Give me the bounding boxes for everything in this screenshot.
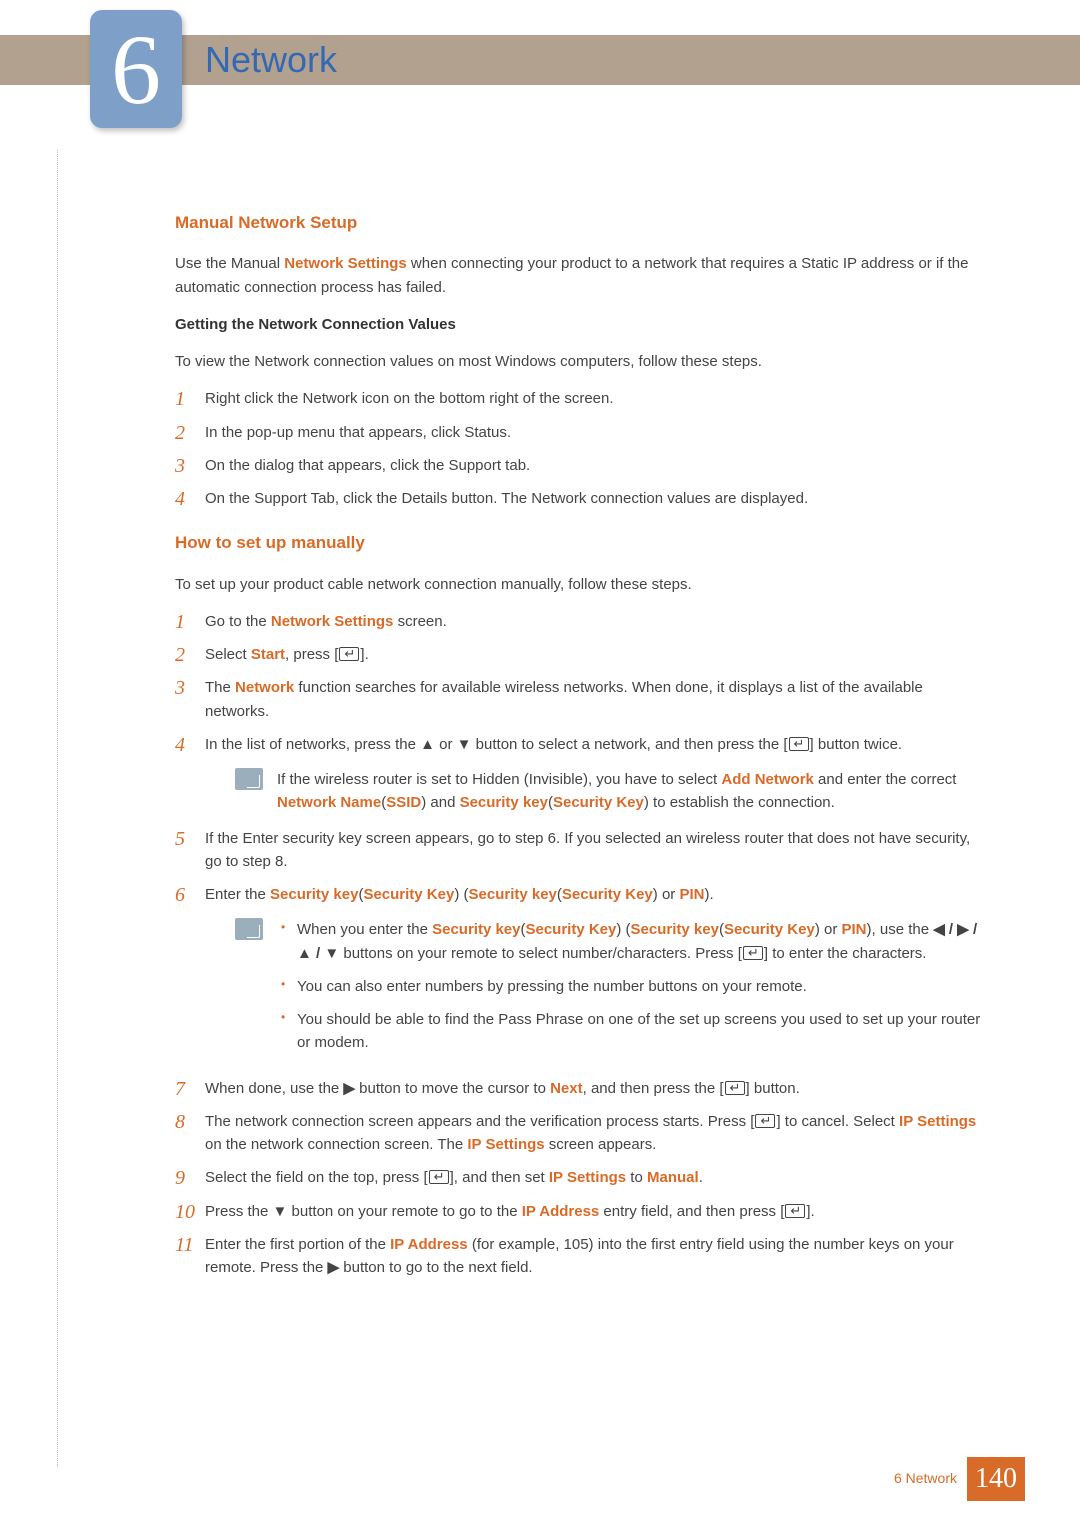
hl-network-name: Network Name [277,794,381,811]
hl-start: Start [251,646,285,663]
enter-icon [755,1114,775,1128]
page-content: Manual Network Setup Use the Manual Netw… [175,190,990,1291]
hl-security-key: Security Key [363,886,454,903]
down-arrow-icon: ▼ [273,1203,288,1220]
hl-ip-settings: IP Settings [899,1113,976,1130]
section-heading: How to set up manually [175,530,990,556]
sub-heading: Getting the Network Connection Values [175,313,990,336]
hl-security-key: Security key [469,886,557,903]
sub-intro: To view the Network connection values on… [175,350,990,373]
steps-list-2: 1 Go to the Network Settings screen. 2 S… [175,610,990,1280]
list-item: When you enter the Security key(Security… [277,918,990,965]
hl-next: Next [550,1080,583,1097]
step-item: 5 If the Enter security key screen appea… [175,827,990,874]
hl-security-key: Security Key [553,794,644,811]
hl-security-key: Security Key [562,886,653,903]
hl-ip-address: IP Address [522,1203,600,1220]
hl-security-key: Security Key [724,921,815,938]
hl-ip-settings: IP Settings [467,1136,544,1153]
hl-security-key: Security key [460,794,548,811]
note-body: When you enter the Security key(Security… [277,918,990,1064]
footer-chapter-label: 6 Network [894,1468,957,1490]
chapter-badge: 6 [90,10,182,128]
hl-manual: Manual [647,1169,699,1186]
hl-security-key: Security key [631,921,719,938]
hl-security-key: Security Key [525,921,616,938]
page-footer: 6 Network 140 [894,1457,1025,1501]
step-item: 2 Select Start, press []. [175,643,990,666]
hl-network-settings: Network Settings [271,613,394,630]
note-block: When you enter the Security key(Security… [235,918,990,1064]
hl-network: Network [235,679,294,696]
step-item: 4On the Support Tab, click the Details b… [175,487,990,510]
section-intro: Use the Manual Network Settings when con… [175,252,990,299]
step-item: 6 Enter the Security key(Security Key) (… [175,883,990,1065]
list-item: You can also enter numbers by pressing t… [277,975,990,998]
enter-icon [725,1081,745,1095]
hl-ip-settings: IP Settings [549,1169,626,1186]
enter-icon [789,737,809,751]
chapter-number: 6 [111,0,161,147]
hl-ssid: SSID [386,794,421,811]
step-item: 11 Enter the first portion of the IP Add… [175,1233,990,1280]
left-margin-rule [57,150,58,1467]
list-item: You should be able to find the Pass Phra… [277,1008,990,1055]
chapter-title: Network [205,32,337,88]
note-bullet-list: When you enter the Security key(Security… [277,918,990,1054]
hl-pin: PIN [679,886,704,903]
hl-network-settings: Network Settings [284,255,407,272]
enter-icon [429,1170,449,1184]
step-item: 1Right click the Network icon on the bot… [175,387,990,410]
hl-add-network: Add Network [721,771,814,788]
step-item: 7 When done, use the ▶ button to move th… [175,1077,990,1100]
down-arrow-icon: ▼ [457,736,472,753]
note-icon [235,918,263,940]
step-item: 3 The Network function searches for avai… [175,676,990,723]
up-arrow-icon: ▲ [420,736,435,753]
note-block: If the wireless router is set to Hidden … [235,768,990,815]
hl-security-key: Security key [432,921,520,938]
step-item: 1 Go to the Network Settings screen. [175,610,990,633]
enter-icon [339,647,359,661]
hl-ip-address: IP Address [390,1236,468,1253]
enter-icon [785,1204,805,1218]
step-item: 4 In the list of networks, press the ▲ o… [175,733,990,815]
step-item: 10 Press the ▼ button on your remote to … [175,1200,990,1223]
section-intro: To set up your product cable network con… [175,573,990,596]
step-item: 8 The network connection screen appears … [175,1110,990,1157]
right-arrow-icon: ▶ [343,1080,355,1097]
step-item: 3On the dialog that appears, click the S… [175,454,990,477]
right-arrow-icon: ▶ [328,1259,340,1276]
note-icon [235,768,263,790]
step-item: 9 Select the field on the top, press [],… [175,1166,990,1189]
note-body: If the wireless router is set to Hidden … [277,768,990,815]
hl-security-key: Security key [270,886,358,903]
steps-list-1: 1Right click the Network icon on the bot… [175,387,990,510]
hl-pin: PIN [842,921,867,938]
step-item: 2In the pop-up menu that appears, click … [175,421,990,444]
page-number: 140 [967,1457,1025,1501]
enter-icon [743,946,763,960]
section-heading: Manual Network Setup [175,210,990,236]
